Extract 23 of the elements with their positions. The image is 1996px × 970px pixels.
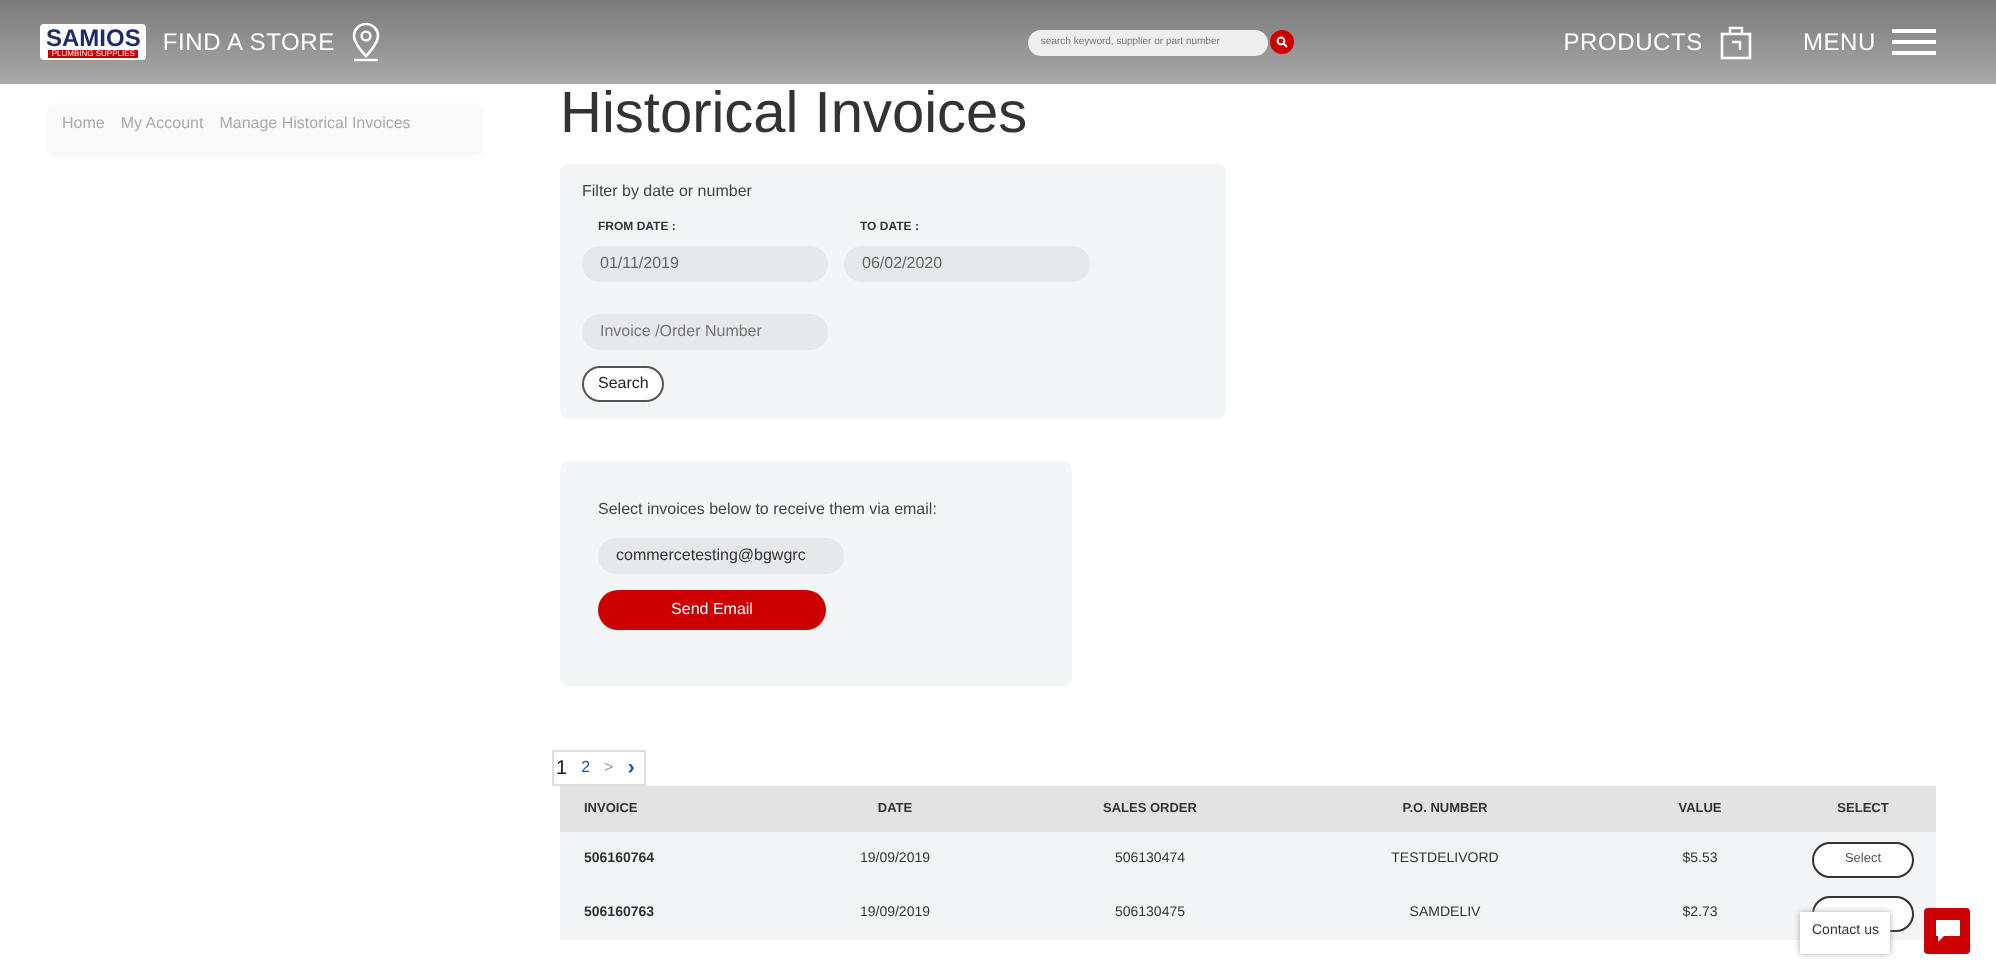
- page-link[interactable]: 1: [556, 753, 568, 784]
- email-instructions: Select invoices below to receive them via email:: [598, 497, 939, 522]
- location-pin-icon[interactable]: [350, 22, 383, 62]
- last-page-link[interactable]: ›: [627, 751, 635, 785]
- search-button[interactable]: Search: [582, 365, 665, 402]
- filter-heading: Filter by date or number: [582, 179, 754, 204]
- shopping-bag-icon[interactable]: [1718, 24, 1755, 60]
- email-field[interactable]: commercetesting@bgwgrc: [598, 537, 844, 574]
- to-date-field[interactable]: 06/02/2020: [844, 245, 1090, 282]
- search-button[interactable]: [1270, 30, 1295, 54]
- page-title: Historical Invoices: [560, 84, 1030, 148]
- page-link[interactable]: 2: [581, 756, 591, 781]
- products-link[interactable]: PRODUCTS: [1563, 24, 1703, 60]
- chat-icon: [1935, 920, 1959, 942]
- search-icon: [1276, 36, 1289, 48]
- next-page-link[interactable]: >: [604, 756, 614, 781]
- menu-link[interactable]: MENU: [1802, 24, 1876, 60]
- chat-button[interactable]: [1924, 908, 1970, 954]
- invoice-number-field[interactable]: Invoice /Order Number: [582, 313, 828, 350]
- menu-icon[interactable]: [1892, 28, 1936, 56]
- send-email-button[interactable]: Send Email: [598, 589, 826, 630]
- from-date-field[interactable]: 01/11/2019: [582, 245, 828, 282]
- find-store-link[interactable]: FIND A STORE: [162, 24, 335, 60]
